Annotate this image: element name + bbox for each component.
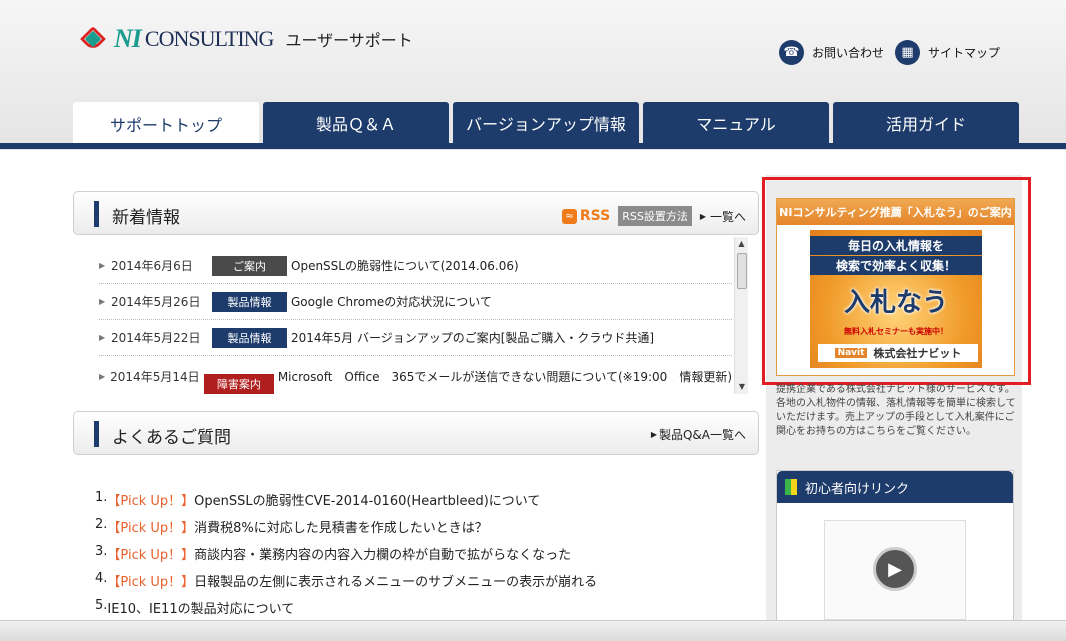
news-item[interactable]: ▶ 2014年5月22日 製品情報 2014年5月 バージョンアップのご案内[製…	[99, 320, 732, 356]
faq-header: よくあるご質問 ▶ 製品Q&A一覧へ	[73, 411, 759, 455]
rss-link[interactable]: RSS	[580, 208, 610, 224]
highlight-outline	[762, 177, 1031, 385]
sitemap-label: サイトマップ	[928, 46, 1001, 60]
bullet-arrow-icon: ▶	[99, 333, 106, 342]
scroll-up-icon[interactable]: ▲	[735, 237, 748, 251]
news-badge: ご案内	[212, 255, 287, 276]
news-badge: 障害案内	[204, 374, 274, 394]
faq-num: 3.	[95, 544, 108, 559]
logo-consulting: CONSULTING	[144, 26, 275, 51]
faq-pickup: 【Pick Up！】	[107, 494, 195, 509]
news-text[interactable]: OpenSSLの脆弱性について(2014.06.06)	[291, 257, 519, 274]
news-text[interactable]: Google Chromeの対応状況について	[291, 293, 492, 310]
faq-item[interactable]: 3. 【Pick Up！】 商談内容・業務内容の内容入力欄の枠が自動で拡がらなく…	[95, 544, 597, 571]
faq-list-link[interactable]: 製品Q&A一覧へ	[659, 426, 746, 443]
news-date: 2014年5月22日	[111, 331, 201, 345]
site-logo[interactable]: NI CONSULTING ユーザーサポート	[78, 24, 413, 54]
sitemap-link[interactable]: ▦ サイトマップ	[895, 40, 1000, 65]
news-item[interactable]: ▶ 2014年5月26日 製品情報 Google Chromeの対応状況について	[99, 284, 732, 320]
news-date: 2014年5月26日	[111, 295, 201, 309]
bullet-arrow-icon: ▶	[99, 371, 106, 381]
faq-text[interactable]: 消費税8%に対応した見積書を作成したいときは？	[194, 517, 488, 544]
news-header: 新着情報 ≈ RSS RSS設置方法 ▶ 一覧へ	[73, 191, 759, 235]
faq-pickup: 【Pick Up！】	[107, 575, 195, 590]
phone-icon: ☎	[779, 40, 804, 65]
rss-icon[interactable]: ≈	[561, 208, 577, 224]
news-header-bar	[94, 201, 99, 227]
faq-header-bar	[94, 421, 99, 447]
scroll-down-icon[interactable]: ▼	[735, 380, 749, 394]
arrow-right-icon: ▶	[650, 430, 657, 439]
news-text[interactable]: Microsoft Office 365でメールが送信できない問題について(※1…	[278, 368, 732, 385]
faq-text[interactable]: OpenSSLの脆弱性CVE-2014-0160(Heartbleed)について	[194, 490, 540, 517]
play-icon[interactable]: ▶	[873, 547, 917, 591]
tab-manual[interactable]: マニュアル	[643, 102, 829, 144]
contact-link[interactable]: ☎ お問い合わせ	[779, 40, 884, 65]
logo-mark-icon	[78, 24, 108, 54]
rss-setup-button[interactable]: RSS設置方法	[618, 206, 692, 226]
page-footer	[0, 620, 1066, 641]
faq-text[interactable]: 商談内容・業務内容の内容入力欄の枠が自動で拡がらなくなった	[194, 544, 571, 571]
beginner-links-box: 初心者向けリンク ▶	[776, 470, 1014, 641]
faq-pickup: 【Pick Up！】	[107, 548, 195, 563]
nav-underline	[0, 143, 1066, 149]
faq-item[interactable]: 4. 【Pick Up！】 日報製品の左側に表示されるメニューのサブメニューの表…	[95, 571, 597, 598]
scroll-thumb[interactable]	[737, 253, 747, 289]
logo-ni: NI	[114, 24, 142, 53]
arrow-right-icon: ▶	[699, 211, 706, 221]
tab-guide[interactable]: 活用ガイド	[833, 102, 1019, 144]
news-date: 2014年6月6日	[111, 259, 193, 273]
sitemap-icon: ▦	[895, 40, 920, 65]
faq-num: 1.	[95, 490, 108, 505]
beginner-links-header: 初心者向けリンク	[777, 471, 1013, 503]
news-list: ▶ 2014年6月6日 ご案内 OpenSSLの脆弱性について(2014.06.…	[99, 248, 732, 394]
logo-subtitle: ユーザーサポート	[285, 31, 413, 50]
faq-num: 4.	[95, 571, 108, 586]
faq-header-actions: ▶ 製品Q&A一覧へ	[651, 426, 746, 443]
contact-label: お問い合わせ	[812, 46, 885, 60]
faq-item[interactable]: 1. 【Pick Up！】 OpenSSLの脆弱性CVE-2014-0160(H…	[95, 490, 597, 517]
news-item[interactable]: ▶ 2014年5月14日 障害案内 Microsoft Office 365でメ…	[99, 356, 732, 394]
bullet-arrow-icon: ▶	[99, 261, 106, 270]
news-scrollbar[interactable]: ▲ ▼	[734, 237, 748, 394]
video-thumbnail[interactable]: ▶	[824, 520, 966, 620]
beginner-mark-icon	[785, 479, 797, 495]
faq-title: よくあるご質問	[112, 428, 231, 448]
news-list-link[interactable]: 一覧へ	[710, 208, 746, 225]
banner-description: 提携企業である株式会社ナビット様のサービスです。各地の入札物件の情報、落札情報等…	[776, 384, 1016, 437]
tab-support-top[interactable]: サポートトップ	[73, 102, 259, 146]
tab-version-up[interactable]: バージョンアップ情報	[453, 102, 639, 144]
tab-product-qa[interactable]: 製品Ｑ＆Ａ	[263, 102, 449, 144]
news-text[interactable]: 2014年5月 バージョンアップのご案内[製品ご購入・クラウド共通]	[291, 329, 654, 346]
news-date: 2014年5月14日	[110, 369, 200, 384]
news-item[interactable]: ▶ 2014年6月6日 ご案内 OpenSSLの脆弱性について(2014.06.…	[99, 248, 732, 284]
news-badge: 製品情報	[212, 327, 287, 348]
faq-num: 2.	[95, 517, 108, 532]
faq-text[interactable]: 日報製品の左側に表示されるメニューのサブメニューの表示が崩れる	[194, 571, 597, 598]
news-badge: 製品情報	[212, 291, 287, 312]
news-title: 新着情報	[112, 208, 180, 228]
faq-item[interactable]: 2. 【Pick Up！】 消費税8%に対応した見積書を作成したいときは？	[95, 517, 597, 544]
faq-list: 1. 【Pick Up！】 OpenSSLの脆弱性CVE-2014-0160(H…	[95, 490, 597, 625]
beginner-links-title: 初心者向けリンク	[805, 481, 910, 497]
bullet-arrow-icon: ▶	[99, 297, 106, 306]
news-header-actions: ≈ RSS RSS設置方法 ▶ 一覧へ	[561, 206, 746, 226]
faq-pickup: 【Pick Up！】	[107, 521, 195, 536]
